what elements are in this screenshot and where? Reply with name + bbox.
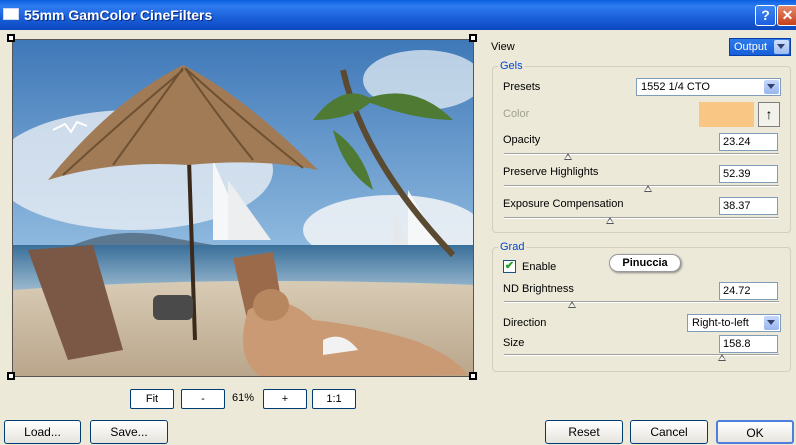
size-label: Size: [503, 337, 525, 349]
beach-scene-image: [13, 40, 473, 376]
enable-checkbox[interactable]: ✔: [503, 260, 516, 273]
save-button[interactable]: Save...: [90, 420, 168, 444]
exposure-compensation-slider-thumb[interactable]: [605, 217, 614, 224]
color-label: Color: [503, 108, 530, 120]
exposure-compensation-slider-track[interactable]: [504, 217, 779, 219]
close-button[interactable]: ✕: [777, 5, 796, 26]
chevron-down-icon: [764, 316, 779, 330]
zoom-level: 61%: [231, 392, 255, 404]
enable-label: Enable: [522, 261, 557, 273]
help-button[interactable]: ?: [755, 5, 776, 26]
nd-brightness-slider-thumb[interactable]: [567, 301, 576, 308]
size-slider-track[interactable]: [504, 354, 779, 356]
nd-brightness-input[interactable]: 24.72: [719, 282, 778, 300]
direction-select[interactable]: Right-to-left: [687, 314, 781, 332]
preserve-highlights-label: Preserve Highlights: [503, 166, 599, 178]
preserve-highlights-input[interactable]: 52.39: [719, 165, 778, 183]
actual-size-button[interactable]: 1:1: [312, 389, 356, 409]
pinuccia-watermark: Pinuccia: [609, 254, 681, 272]
direction-label: Direction: [503, 317, 547, 329]
gels-group-title: Gels: [498, 60, 525, 72]
size-input[interactable]: 158.8: [719, 335, 778, 353]
direction-select-value: Right-to-left: [692, 317, 749, 329]
reset-button[interactable]: Reset: [545, 420, 623, 444]
eyedropper-icon: ↑: [765, 106, 773, 122]
exposure-compensation-input[interactable]: 38.37: [719, 197, 778, 215]
nd-brightness-label: ND Brightness: [503, 283, 574, 295]
exposure-compensation-label: Exposure Compensation: [503, 198, 624, 210]
presets-select-value: 1552 1/4 CTO: [641, 81, 710, 93]
opacity-slider-track[interactable]: [504, 153, 779, 155]
chevron-down-icon: [764, 80, 779, 94]
crop-handle-bottom-right[interactable]: [469, 372, 477, 380]
opacity-input[interactable]: 23.24: [719, 133, 778, 151]
preserve-highlights-slider-thumb[interactable]: [644, 185, 653, 192]
cancel-button[interactable]: Cancel: [630, 420, 708, 444]
view-label: View: [491, 41, 515, 53]
chevron-down-icon: [774, 40, 789, 54]
crop-handle-top-right[interactable]: [469, 34, 477, 42]
presets-select[interactable]: 1552 1/4 CTO: [636, 78, 781, 96]
eyedropper-button[interactable]: ↑: [758, 102, 780, 127]
ok-button[interactable]: OK: [716, 420, 794, 444]
nd-brightness-slider-track[interactable]: [504, 301, 779, 303]
load-button[interactable]: Load...: [4, 420, 81, 444]
presets-label: Presets: [503, 81, 541, 93]
zoom-in-button[interactable]: +: [263, 389, 307, 409]
opacity-label: Opacity: [503, 134, 541, 146]
view-select-value: Output: [734, 41, 768, 53]
size-slider-thumb[interactable]: [718, 354, 727, 361]
opacity-slider-thumb[interactable]: [563, 153, 572, 160]
crop-handle-top-left[interactable]: [7, 34, 15, 42]
window-title: 55mm GamColor CineFilters: [24, 7, 213, 23]
zoom-out-button[interactable]: -: [181, 389, 225, 409]
view-select[interactable]: Output: [729, 38, 791, 56]
fit-button[interactable]: Fit: [130, 389, 174, 409]
window-icon: [3, 8, 19, 20]
title-bar: 55mm GamColor CineFilters ? ✕: [0, 0, 796, 30]
preserve-highlights-slider-track[interactable]: [504, 185, 779, 187]
gel-color-swatch[interactable]: [699, 102, 754, 127]
preview-image[interactable]: [12, 39, 474, 377]
crop-handle-bottom-left[interactable]: [7, 372, 15, 380]
grad-group-title: Grad: [498, 241, 527, 253]
